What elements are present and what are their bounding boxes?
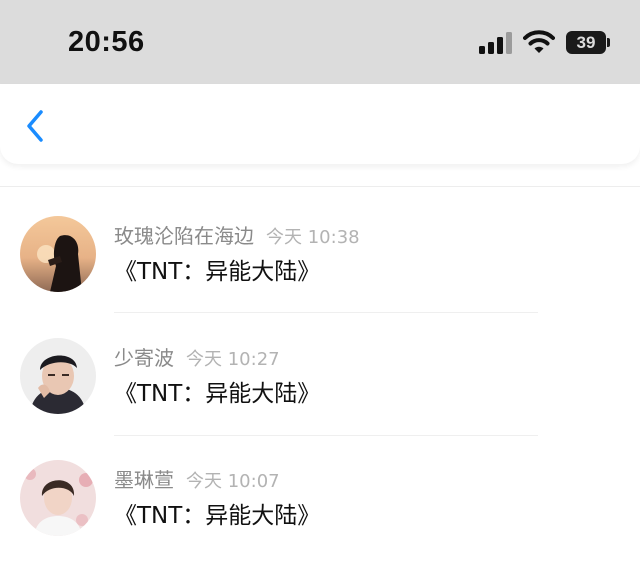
chevron-left-icon[interactable] (20, 106, 50, 146)
avatar[interactable] (20, 460, 96, 536)
avatar-image (20, 338, 96, 414)
list-item[interactable]: 少寄波 今天 10:27 《TNT：异能大陆》 (0, 338, 640, 448)
comment-text: 《TNT：异能大陆》 (114, 381, 321, 407)
username[interactable]: 少寄波 (114, 346, 174, 370)
list-divider (0, 186, 640, 187)
avatar-image (20, 216, 96, 292)
username[interactable]: 墨琳萱 (114, 468, 174, 492)
comment-meta: 墨琳萱 今天 10:07 (114, 464, 280, 493)
avatar[interactable] (20, 338, 96, 414)
comment-meta: 玫瑰沦陷在海边 今天 10:38 (114, 220, 360, 249)
comment-text: 《TNT：异能大陆》 (114, 259, 321, 285)
battery-tip (607, 38, 610, 47)
comment-meta: 少寄波 今天 10:27 (114, 342, 280, 371)
status-time: 20:56 (68, 26, 145, 58)
wifi-icon (523, 30, 555, 53)
row-divider (114, 312, 538, 313)
timestamp: 今天 10:07 (186, 471, 280, 492)
avatar[interactable] (20, 216, 96, 292)
status-bar: 20:56 39 (0, 0, 640, 84)
timestamp: 今天 10:27 (186, 349, 280, 370)
avatar-image (20, 460, 96, 536)
username[interactable]: 玫瑰沦陷在海边 (114, 224, 254, 248)
battery-level: 39 (576, 33, 596, 52)
cellular-signal-icon (479, 32, 512, 54)
list-item[interactable]: 墨琳萱 今天 10:07 《TNT：异能大陆》 (0, 460, 640, 570)
nav-bar (0, 84, 640, 164)
list-item[interactable]: 玫瑰沦陷在海边 今天 10:38 《TNT：异能大陆》 (0, 216, 640, 326)
battery-icon: 39 (566, 31, 606, 54)
comment-text: 《TNT：异能大陆》 (114, 503, 321, 529)
timestamp: 今天 10:38 (266, 227, 360, 248)
row-divider (114, 435, 538, 436)
